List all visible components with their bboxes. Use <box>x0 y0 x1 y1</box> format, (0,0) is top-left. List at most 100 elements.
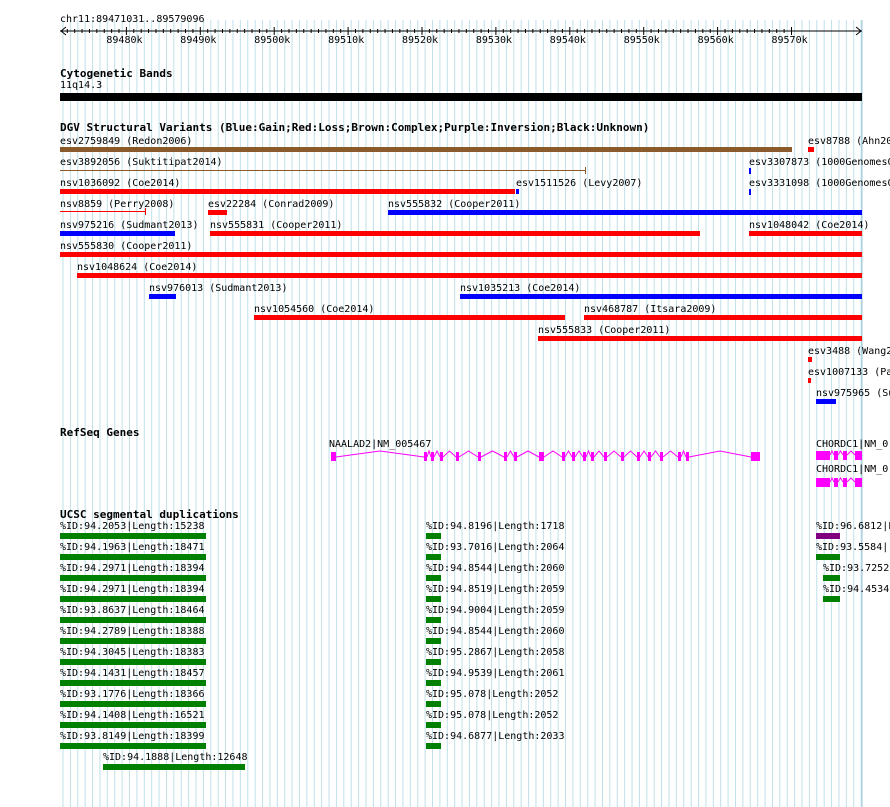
segdup-bar[interactable] <box>426 743 441 749</box>
segdup-bar[interactable] <box>426 596 441 602</box>
dgv-feature-bar[interactable] <box>60 189 515 194</box>
segdup-label: %ID:95.2867|Length:2058 <box>426 647 565 658</box>
intron <box>688 450 752 458</box>
dgv-feature-bar[interactable] <box>210 231 700 236</box>
segdup-bar[interactable] <box>823 575 840 581</box>
dgv-feature-bar[interactable] <box>60 252 862 257</box>
dgv-feature-bar[interactable] <box>254 315 565 320</box>
segdup-bar[interactable] <box>60 638 206 644</box>
segdup-label: %ID:95.078|Length:2052 <box>426 689 559 700</box>
dgv-feature-bar[interactable] <box>816 399 836 404</box>
gene-model-naalad2 <box>331 449 760 461</box>
segdup-label: %ID:93.5584| <box>816 542 889 553</box>
dgv-feature-bar[interactable] <box>149 294 176 299</box>
dgv-feature-bar[interactable] <box>208 210 227 215</box>
intron <box>837 477 844 483</box>
ruler-tick-label: 89500k <box>254 35 291 46</box>
segdup-bar[interactable] <box>816 554 840 560</box>
dgv-feature-bar[interactable] <box>460 294 862 299</box>
intron <box>846 450 856 456</box>
dgv-feature-bar[interactable] <box>749 231 862 236</box>
segdup-bar[interactable] <box>60 722 206 728</box>
intron <box>433 449 441 458</box>
segdup-bar[interactable] <box>426 617 441 623</box>
exon <box>572 452 575 461</box>
intron <box>680 449 687 458</box>
segdup-label: %ID:96.6812|L <box>816 521 890 532</box>
dgv-feature-bar[interactable] <box>749 168 751 174</box>
dgv-feature-bar[interactable] <box>516 189 519 194</box>
segdup-bar[interactable] <box>426 680 441 686</box>
segdup-label: %ID:93.1776|Length:18366 <box>60 689 205 700</box>
intron <box>846 477 856 483</box>
segdup-bar[interactable] <box>60 701 206 707</box>
intron <box>639 450 649 458</box>
exon <box>855 451 862 460</box>
exon <box>539 452 544 461</box>
segdup-bar[interactable] <box>60 743 206 749</box>
segdup-bar[interactable] <box>60 533 206 539</box>
exon <box>686 452 689 461</box>
dgv-feature-bar[interactable] <box>60 170 585 171</box>
dgv-feature-bar[interactable] <box>60 147 792 152</box>
segdup-bar[interactable] <box>823 596 840 602</box>
segdup-bar[interactable] <box>426 659 441 665</box>
segdup-bar[interactable] <box>103 764 245 770</box>
intron <box>480 450 505 458</box>
segdup-bar[interactable] <box>426 701 441 707</box>
segdup-bar[interactable] <box>426 722 441 728</box>
exon <box>583 452 586 461</box>
intron <box>543 450 563 458</box>
dgv-feature-end-tick <box>585 167 586 174</box>
genome-browser-panel: chr11:89471031..89579096 89480k 89490k 895… <box>0 0 890 807</box>
exon <box>678 452 681 461</box>
segdup-bar[interactable] <box>426 554 441 560</box>
dgv-feature-label: nsv8859 (Perry2008) <box>60 199 175 210</box>
segdup-bar[interactable] <box>60 554 206 560</box>
segdup-bar[interactable] <box>426 533 441 539</box>
dgv-feature-bar[interactable] <box>808 378 811 383</box>
segdup-bar[interactable] <box>816 533 840 539</box>
dgv-feature-bar[interactable] <box>60 231 175 236</box>
segdup-label: %ID:94.3045|Length:18383 <box>60 647 205 658</box>
dgv-feature-bar[interactable] <box>584 315 862 320</box>
exon <box>648 452 651 461</box>
dgv-feature-label: esv3892056 (Suktitipat2014) <box>60 157 223 168</box>
dgv-feature-bar[interactable] <box>808 357 812 362</box>
dgv-feature-label: esv1511526 (Levy2007) <box>516 178 643 189</box>
dgv-feature-bar[interactable] <box>538 336 862 341</box>
dgv-feature-bar[interactable] <box>749 189 751 195</box>
segdup-label: %ID:93.8149|Length:18399 <box>60 731 205 742</box>
segdup-bar[interactable] <box>426 575 441 581</box>
refseq-gene-models[interactable] <box>0 440 890 500</box>
exon <box>604 452 607 461</box>
segdup-bar[interactable] <box>60 617 206 623</box>
exon <box>816 478 830 487</box>
ruler-tick-label: 89530k <box>475 35 513 46</box>
ruler-tick-label: 89550k <box>623 35 660 46</box>
intron <box>426 449 432 458</box>
intron <box>442 450 457 458</box>
intron <box>564 450 573 458</box>
segdup-bar[interactable] <box>60 659 206 665</box>
dgv-feature-bar[interactable] <box>808 147 814 152</box>
intron <box>516 450 540 458</box>
dgv-feature-bar[interactable] <box>388 210 862 215</box>
segdup-bar[interactable] <box>426 638 441 644</box>
dgv-feature-label: esv1007133 (Pa <box>808 367 890 378</box>
intron <box>623 450 638 458</box>
dgv-feature-bar[interactable] <box>60 211 145 212</box>
exon <box>424 452 427 461</box>
segdup-bar[interactable] <box>60 596 206 602</box>
segdup-bar[interactable] <box>60 680 206 686</box>
segdup-track-title: UCSC segmental duplications <box>60 508 239 521</box>
exon <box>855 478 862 487</box>
segdup-label: %ID:94.1963|Length:18471 <box>60 542 205 553</box>
ruler-tick-label: 89510k <box>328 35 365 46</box>
intron <box>585 449 592 458</box>
segdup-bar[interactable] <box>60 575 206 581</box>
segdup-label: %ID:95.078|Length:2052 <box>426 710 559 721</box>
dgv-feature-bar[interactable] <box>77 273 862 278</box>
cytoband-bar[interactable] <box>60 93 862 101</box>
cytoband-label: 11q14.3 <box>60 80 103 91</box>
